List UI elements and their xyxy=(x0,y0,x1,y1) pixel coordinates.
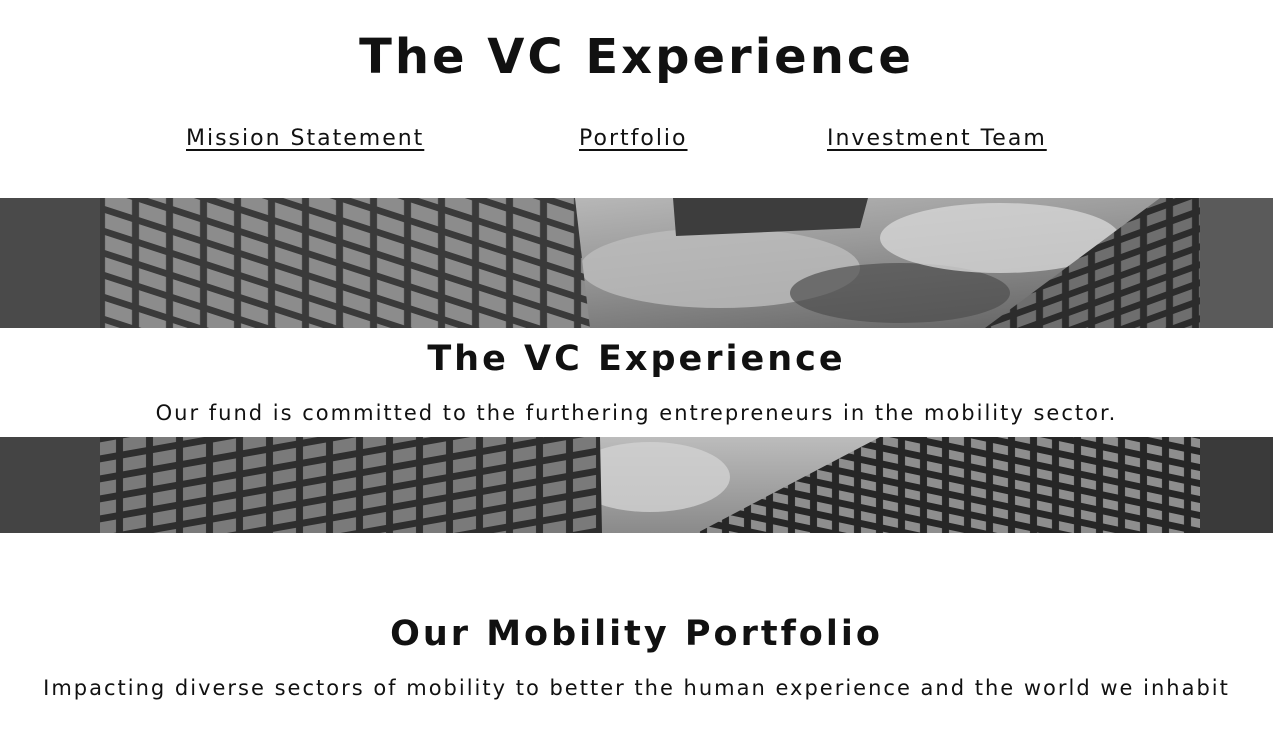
nav-link-portfolio[interactable]: Portfolio xyxy=(579,124,688,154)
hero-subtitle: Our fund is committed to the furthering … xyxy=(155,401,1118,425)
portfolio-subtitle: Impacting diverse sectors of mobility to… xyxy=(43,676,1230,700)
hero-banner-image-top xyxy=(0,198,1273,328)
nav-link-investment-team[interactable]: Investment Team xyxy=(827,124,1047,154)
hero-title: The VC Experience xyxy=(427,339,846,379)
nav-link-mission-statement[interactable]: Mission Statement xyxy=(186,124,424,154)
main-nav: Mission Statement Portfolio Investment T… xyxy=(0,124,1273,154)
portfolio-title: Our Mobility Portfolio xyxy=(390,614,883,654)
hero-banner-image-bottom xyxy=(0,437,1273,533)
site-title: The VC Experience xyxy=(359,29,914,85)
